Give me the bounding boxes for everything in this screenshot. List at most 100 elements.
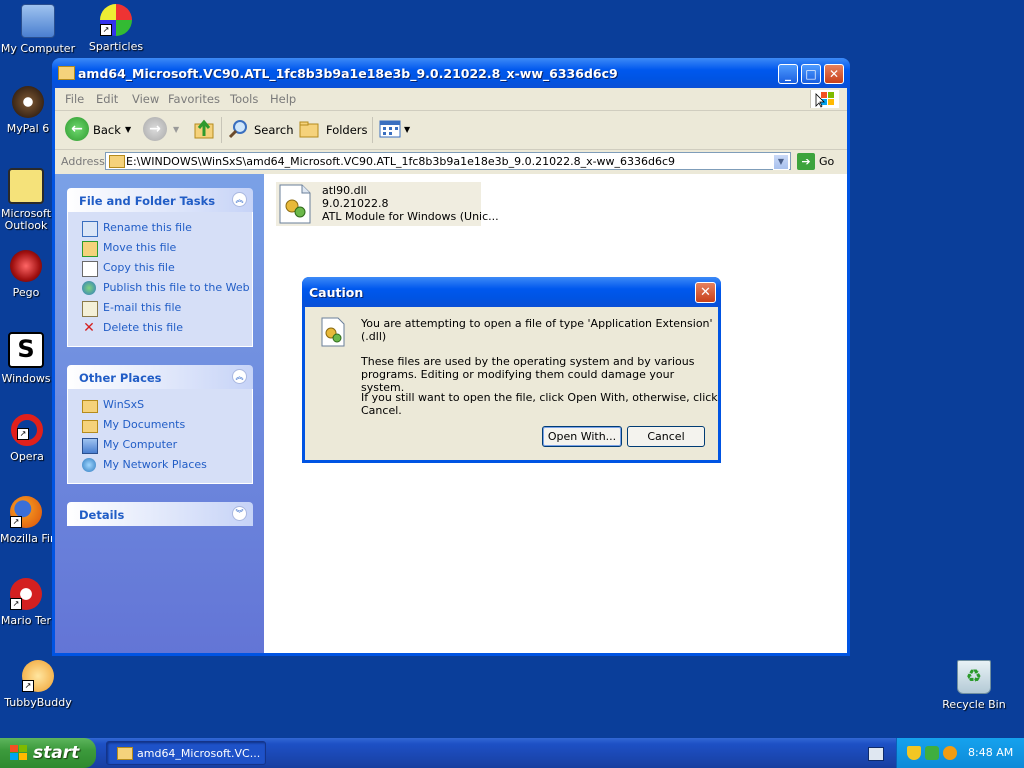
- pego-icon: [10, 250, 42, 282]
- start-button[interactable]: start: [0, 738, 96, 768]
- open-with-button[interactable]: Open With...: [542, 426, 622, 447]
- menu-help[interactable]: Help: [270, 92, 296, 106]
- dialog-titlebar[interactable]: Caution ✕: [302, 277, 721, 307]
- menu-file[interactable]: File: [65, 92, 84, 106]
- desktop-icon-tubbybuddy[interactable]: ↗ TubbyBuddy: [0, 660, 76, 709]
- panel-header[interactable]: Details ︾: [67, 502, 253, 526]
- forward-dropdown-icon[interactable]: ▼: [173, 125, 179, 134]
- views-icon[interactable]: [379, 119, 401, 139]
- sparticles-icon: ↗: [100, 4, 132, 36]
- task-label: Copy this file: [103, 261, 175, 274]
- collapse-chevron-icon[interactable]: ︽: [232, 192, 247, 207]
- forward-arrow-icon[interactable]: →: [143, 117, 167, 141]
- panel-body: WinSxS My Documents My Computer My Netwo…: [67, 389, 253, 484]
- desktop-icon-opera[interactable]: ↗ Opera: [0, 414, 54, 463]
- desktop-icon-mypal[interactable]: MyPal 6: [0, 86, 56, 135]
- desktop-icon-label: Recycle Bin: [942, 698, 1006, 711]
- desktop-icon-mario[interactable]: ↗ Mario Ter: [0, 578, 52, 627]
- desktop-icon-firefox[interactable]: ↗ Mozilla Fir: [0, 496, 52, 545]
- place-my-network[interactable]: My Network Places: [68, 455, 252, 475]
- menu-tools[interactable]: Tools: [230, 92, 258, 106]
- menu-view[interactable]: View: [132, 92, 159, 106]
- recycle-bin-icon: ♻: [957, 660, 991, 694]
- dialog-close-button[interactable]: ✕: [695, 282, 716, 303]
- dialog-message-warning-line1: These files are used by the operating sy…: [361, 355, 695, 368]
- windows-logo-icon: [810, 90, 839, 108]
- security-shield-icon[interactable]: [907, 746, 921, 760]
- details-panel: Details ︾: [67, 502, 253, 526]
- task-copy[interactable]: Copy this file: [68, 258, 252, 278]
- task-delete[interactable]: ✕ Delete this file: [68, 318, 252, 338]
- task-email[interactable]: E-mail this file: [68, 298, 252, 318]
- search-button-label[interactable]: Search: [254, 123, 294, 137]
- place-label: My Network Places: [103, 458, 207, 471]
- address-path: E:\WINDOWS\WinSxS\amd64_Microsoft.VC90.A…: [126, 155, 676, 168]
- minimize-button[interactable]: _: [778, 64, 798, 84]
- desktop-icon-my-computer[interactable]: My Computer: [0, 4, 76, 55]
- go-arrow-icon[interactable]: ➔: [797, 153, 815, 170]
- folder-icon: [58, 66, 75, 80]
- folders-icon[interactable]: [299, 119, 321, 139]
- place-label: My Computer: [103, 438, 178, 451]
- go-button-label[interactable]: Go: [819, 155, 834, 168]
- expand-chevron-icon[interactable]: ︾: [232, 506, 247, 521]
- file-item[interactable]: atl90.dll 9.0.21022.8 ATL Module for Win…: [276, 182, 499, 226]
- address-label: Address: [61, 155, 105, 168]
- shortcut-arrow-icon: ↗: [100, 24, 112, 36]
- keyboard-icon[interactable]: [868, 747, 884, 761]
- close-button[interactable]: ✕: [824, 64, 844, 84]
- windows-s-icon: S: [8, 332, 44, 368]
- desktop-icon-pego[interactable]: Pego: [0, 250, 52, 299]
- dialog-message-type: You are attempting to open a file of typ…: [361, 317, 713, 343]
- panel-header[interactable]: Other Places ︽: [67, 365, 253, 389]
- system-tray: 8:48 AM: [896, 738, 1024, 768]
- caution-dialog: Caution ✕ You are attempting to open a f…: [302, 277, 721, 463]
- desktop-icon-label: Mario Ter: [0, 614, 52, 627]
- collapse-chevron-icon[interactable]: ︽: [232, 369, 247, 384]
- task-move[interactable]: Move this file: [68, 238, 252, 258]
- place-winsxs[interactable]: WinSxS: [68, 395, 252, 415]
- place-label: My Documents: [103, 418, 186, 431]
- search-tray-icon[interactable]: [943, 746, 957, 760]
- maximize-button[interactable]: □: [801, 64, 821, 84]
- clock[interactable]: 8:48 AM: [968, 746, 1013, 759]
- up-folder-icon[interactable]: [193, 118, 215, 140]
- cancel-button[interactable]: Cancel: [627, 426, 705, 447]
- start-label: start: [33, 743, 80, 763]
- address-input[interactable]: E:\WINDOWS\WinSxS\amd64_Microsoft.VC90.A…: [105, 152, 791, 170]
- folders-button-label[interactable]: Folders: [326, 123, 368, 137]
- windows-flag-icon: [10, 745, 28, 761]
- place-label: WinSxS: [103, 398, 145, 411]
- desktop-icon-windows[interactable]: S Windows: [0, 332, 52, 385]
- desktop-icon-label: Sparticles: [88, 40, 144, 53]
- tubbybuddy-icon: ↗: [22, 660, 54, 692]
- place-my-computer[interactable]: My Computer: [68, 435, 252, 455]
- panel-header[interactable]: File and Folder Tasks ︽: [67, 188, 253, 212]
- task-rename[interactable]: Rename this file: [68, 218, 252, 238]
- taskbar: start amd64_Microsoft.VC... 8:48 AM: [0, 738, 1024, 768]
- task-label: Delete this file: [103, 321, 183, 334]
- taskbar-window-button[interactable]: amd64_Microsoft.VC...: [106, 741, 266, 765]
- back-arrow-icon[interactable]: ←: [65, 117, 89, 141]
- folder-icon: [109, 155, 125, 168]
- task-pane: File and Folder Tasks ︽ Rename this file…: [55, 174, 264, 653]
- network-icon[interactable]: [925, 746, 939, 760]
- panel-title: Other Places: [79, 371, 162, 385]
- file-version: 9.0.21022.8: [322, 197, 389, 210]
- window-titlebar[interactable]: amd64_Microsoft.VC90.ATL_1fc8b3b9a1e18e3…: [52, 58, 850, 88]
- back-dropdown-icon[interactable]: ▼: [125, 125, 131, 134]
- address-dropdown-icon[interactable]: ▼: [773, 154, 789, 170]
- address-bar: Address E:\WINDOWS\WinSxS\amd64_Microsof…: [55, 150, 847, 172]
- menu-edit[interactable]: Edit: [96, 92, 118, 106]
- search-icon[interactable]: [227, 118, 249, 140]
- task-publish[interactable]: Publish this file to the Web: [68, 278, 252, 298]
- views-dropdown-icon[interactable]: ▼: [404, 125, 410, 134]
- place-my-documents[interactable]: My Documents: [68, 415, 252, 435]
- desktop-icon-recycle-bin[interactable]: ♻ Recycle Bin: [936, 660, 1012, 711]
- desktop-icon-outlook[interactable]: Microsoft Outlook: [0, 168, 52, 232]
- desktop-icon-sparticles[interactable]: ↗ Sparticles: [78, 4, 154, 53]
- back-button-label[interactable]: Back: [93, 123, 121, 137]
- my-documents-icon: [82, 420, 98, 433]
- my-computer-icon: [82, 438, 98, 454]
- menu-favorites[interactable]: Favorites: [168, 92, 220, 106]
